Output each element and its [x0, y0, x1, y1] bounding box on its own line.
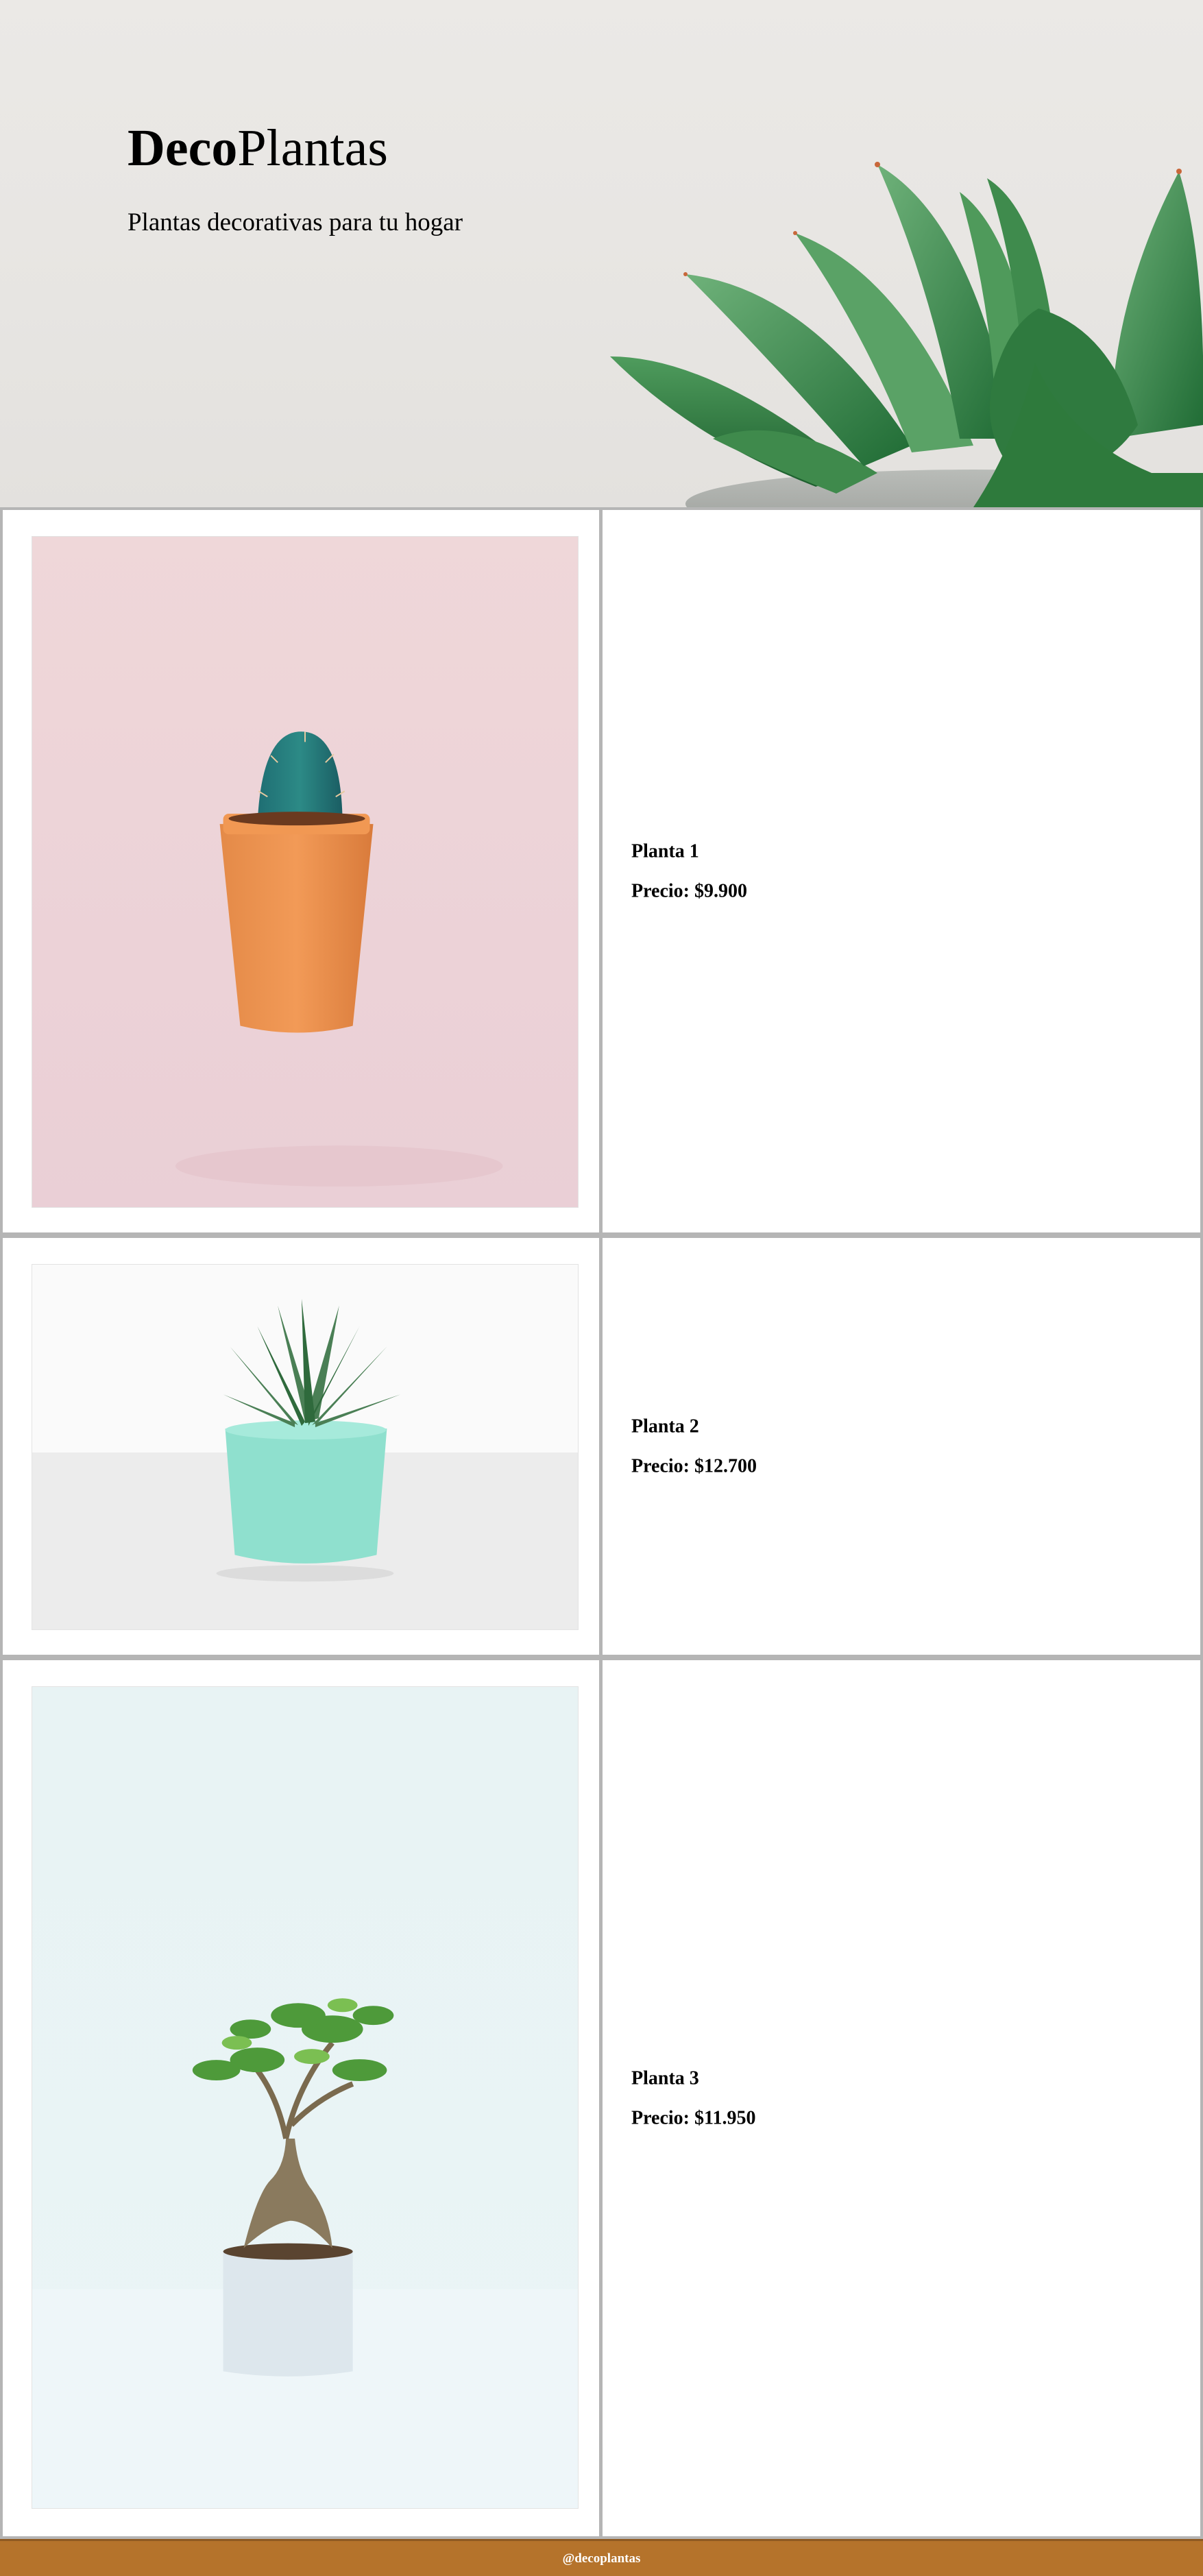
product-row-1: Planta 1 Precio: $9.900 [0, 507, 1203, 1235]
product-name: Planta 2 [631, 1415, 699, 1437]
product-price: Precio: $11.950 [631, 2107, 756, 2128]
hero-banner: DecoPlantas Plantas decorativas para tu … [0, 0, 1203, 507]
product-image-cell-2 [0, 1235, 602, 1657]
product-price: Precio: $12.700 [631, 1455, 757, 1477]
bonsai-photo [32, 1686, 579, 2509]
product-info-1: Planta 1 Precio: $9.900 [631, 840, 747, 902]
brand-regular: Plantas [237, 119, 388, 177]
product-row-3: Planta 3 Precio: $11.950 [0, 1657, 1203, 2539]
cactus-photo [32, 536, 579, 1208]
product-info-cell-1: Planta 1 Precio: $9.900 [600, 507, 1203, 1235]
social-handle-link[interactable]: @decoplantas [563, 2551, 641, 2566]
site-title: DecoPlantas [127, 119, 388, 178]
product-info-2: Planta 2 Precio: $12.700 [631, 1415, 757, 1477]
product-info-3: Planta 3 Precio: $11.950 [631, 2067, 755, 2129]
product-info-cell-2: Planta 2 Precio: $12.700 [600, 1235, 1203, 1657]
succulent-photo [32, 1264, 579, 1630]
product-image-cell-3 [0, 1657, 602, 2539]
site-footer: @decoplantas [0, 2539, 1203, 2576]
product-info-cell-3: Planta 3 Precio: $11.950 [600, 1657, 1203, 2539]
succulent-hero-image [590, 151, 1203, 507]
product-grid: Planta 1 Precio: $9.900 Planta 2 Precio:… [0, 507, 1203, 2539]
product-name: Planta 1 [631, 840, 699, 862]
brand-bold: Deco [127, 119, 238, 177]
product-row-2: Planta 2 Precio: $12.700 [0, 1235, 1203, 1657]
product-image-cell-1 [0, 507, 602, 1235]
site-subtitle: Plantas decorativas para tu hogar [127, 208, 463, 236]
product-name: Planta 3 [631, 2067, 699, 2089]
product-price: Precio: $9.900 [631, 880, 747, 901]
